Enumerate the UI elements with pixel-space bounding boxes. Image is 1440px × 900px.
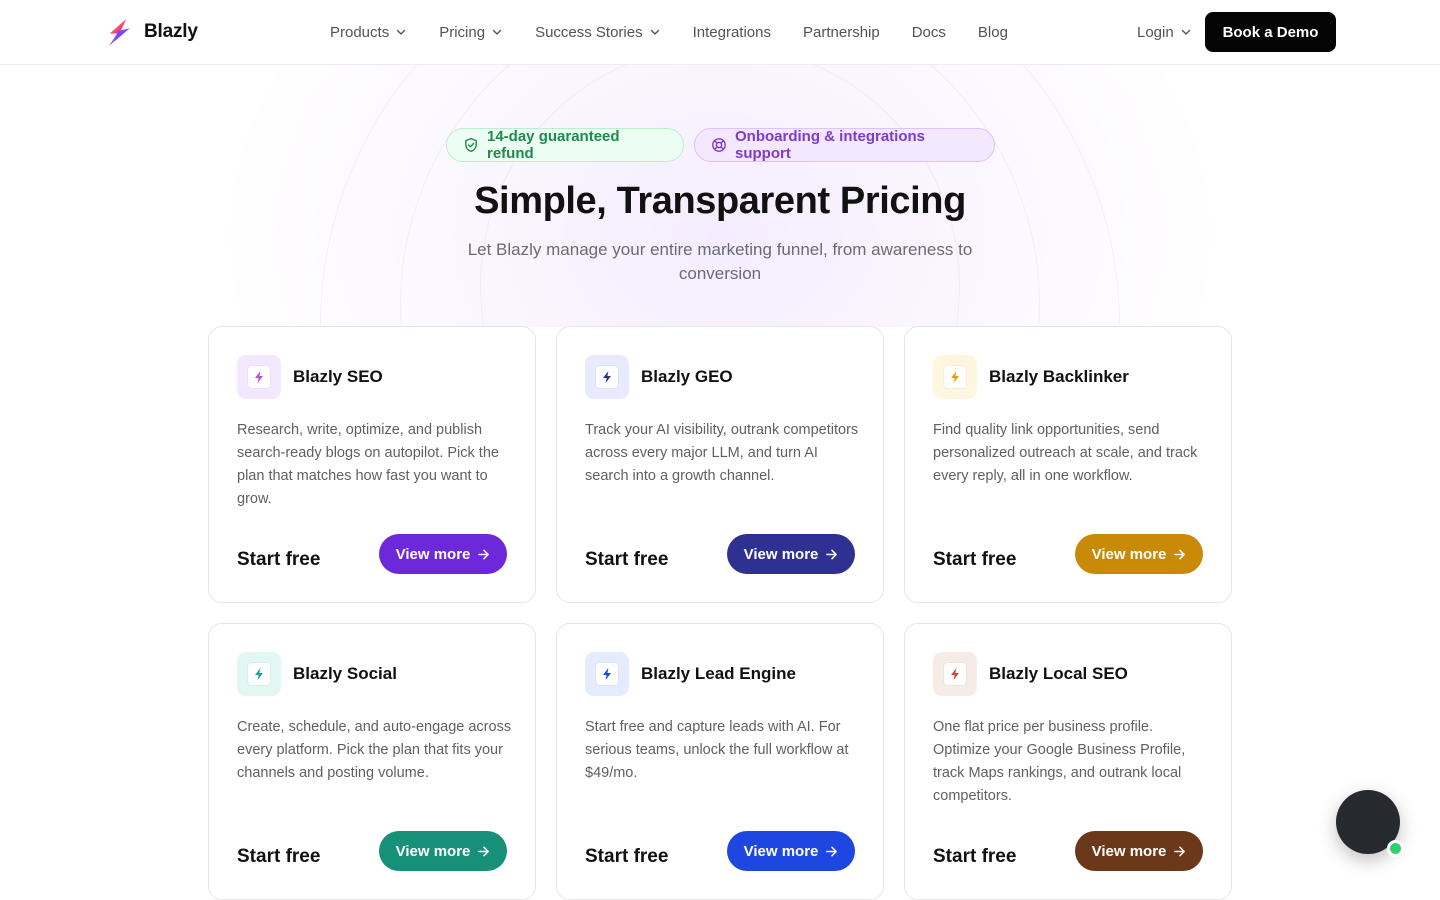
lightning-bolt-icon	[255, 371, 263, 383]
page-subtitle: Let Blazly manage your entire marketing …	[467, 240, 973, 283]
product-price: Start free	[237, 846, 321, 867]
arrow-right-icon	[478, 549, 490, 559]
chevron-down-icon	[650, 29, 659, 35]
lightning-bolt-icon	[951, 668, 959, 680]
chevron-down-icon	[492, 29, 502, 35]
nav-products[interactable]: Products	[330, 24, 407, 41]
product-price: Start free	[237, 549, 321, 570]
nav-partnership[interactable]: Partnership	[803, 24, 880, 41]
refund-badge: 14-day guaranteed refund	[446, 128, 684, 162]
arrow-right-icon	[1174, 549, 1186, 559]
nav-blog[interactable]: Blog	[978, 24, 1008, 41]
chevron-down-icon	[1181, 29, 1190, 35]
chevron-down-icon	[397, 29, 406, 35]
hero-badges: 14-day guaranteed refund Onboarding & in…	[446, 128, 995, 162]
nav-integrations-label: Integrations	[692, 23, 771, 41]
product-card-backlinker: Blazly Backlinker Find quality link oppo…	[904, 326, 1232, 603]
nav-docs-label: Docs	[911, 23, 946, 41]
view-more-button[interactable]: View more	[727, 534, 855, 574]
product-icon	[237, 355, 281, 399]
lightning-bolt-icon	[951, 371, 959, 383]
lightning-bolt-icon	[603, 371, 611, 383]
product-description: Research, write, optimize, and publish s…	[237, 422, 499, 507]
nav-integrations[interactable]: Integrations	[693, 24, 771, 41]
product-icon	[933, 652, 977, 696]
nav-pricing-label: Pricing	[439, 23, 486, 41]
product-title: Blazly Local SEO	[989, 664, 1128, 683]
arrow-right-icon	[826, 549, 838, 559]
nav-partnership-label: Partnership	[803, 23, 880, 41]
product-price: Start free	[933, 846, 1017, 867]
arrow-right-icon	[826, 846, 838, 856]
product-title: Blazly Lead Engine	[641, 664, 796, 683]
view-more-label: View more	[743, 842, 819, 860]
login-label: Login	[1137, 23, 1174, 41]
product-icon	[585, 355, 629, 399]
support-badge-label: Onboarding & integrations support	[735, 128, 925, 162]
product-card-geo: Blazly GEO Track your AI visibility, out…	[556, 326, 884, 603]
nav-products-label: Products	[330, 23, 390, 41]
arrow-right-icon	[478, 846, 490, 856]
product-price: Start free	[933, 549, 1017, 570]
top-navigation: Blazly Products Pricing Success Stories …	[0, 0, 1440, 65]
brand-logo[interactable]: Blazly	[104, 16, 198, 48]
main-menu: Products Pricing Success Stories Integra…	[330, 0, 1040, 64]
view-more-button[interactable]: View more	[379, 534, 507, 574]
product-title: Blazly Backlinker	[989, 367, 1129, 386]
view-more-label: View more	[395, 842, 471, 860]
product-card-local-seo: Blazly Local SEO One flat price per busi…	[904, 623, 1232, 900]
page-title: Simple, Transparent Pricing	[474, 180, 966, 222]
product-price: Start free	[585, 549, 669, 570]
product-title: Blazly Social	[293, 664, 397, 683]
product-icon	[933, 355, 977, 399]
product-icon	[237, 652, 281, 696]
view-more-label: View more	[743, 545, 819, 563]
view-more-button[interactable]: View more	[1075, 534, 1203, 574]
login-menu[interactable]: Login	[1137, 0, 1192, 64]
product-card-seo: Blazly SEO Research, write, optimize, an…	[208, 326, 536, 603]
brand-name: Blazly	[144, 21, 198, 42]
product-card-lead-engine: Blazly Lead Engine Start free and captur…	[556, 623, 884, 900]
refund-badge-label: 14-day guaranteed refund	[487, 128, 620, 162]
product-icon	[585, 652, 629, 696]
product-description: Start free and capture leads with AI. Fo…	[585, 719, 849, 781]
support-badge: Onboarding & integrations support	[694, 128, 995, 162]
product-card-social: Blazly Social Create, schedule, and auto…	[208, 623, 536, 900]
lightning-bolt-icon	[255, 668, 263, 680]
nav-success-stories-label: Success Stories	[535, 23, 643, 41]
book-demo-button[interactable]: Book a Demo	[1205, 12, 1336, 52]
nav-docs[interactable]: Docs	[912, 24, 946, 41]
view-more-label: View more	[395, 545, 471, 563]
product-description: Track your AI visibility, outrank compet…	[585, 422, 859, 484]
shield-check-icon	[465, 137, 477, 153]
blazly-logo-icon	[108, 18, 131, 46]
product-title: Blazly SEO	[293, 367, 383, 386]
nav-pricing[interactable]: Pricing	[439, 24, 503, 41]
nav-blog-label: Blog	[977, 23, 1008, 41]
view-more-label: View more	[1091, 842, 1167, 860]
arrow-right-icon	[1174, 846, 1186, 856]
view-more-button[interactable]: View more	[727, 831, 855, 871]
nav-success-stories[interactable]: Success Stories	[535, 24, 661, 41]
view-more-button[interactable]: View more	[379, 831, 507, 871]
online-status-dot	[1387, 840, 1404, 857]
product-price: Start free	[585, 846, 669, 867]
view-more-button[interactable]: View more	[1075, 831, 1203, 871]
lifebuoy-icon	[712, 138, 726, 152]
product-description: Find quality link opportunities, send pe…	[933, 422, 1198, 484]
product-title: Blazly GEO	[641, 367, 733, 386]
view-more-label: View more	[1091, 545, 1167, 563]
product-description: One flat price per business profile. Opt…	[933, 719, 1186, 804]
product-description: Create, schedule, and auto-engage across…	[237, 719, 512, 781]
lightning-bolt-icon	[603, 668, 611, 680]
